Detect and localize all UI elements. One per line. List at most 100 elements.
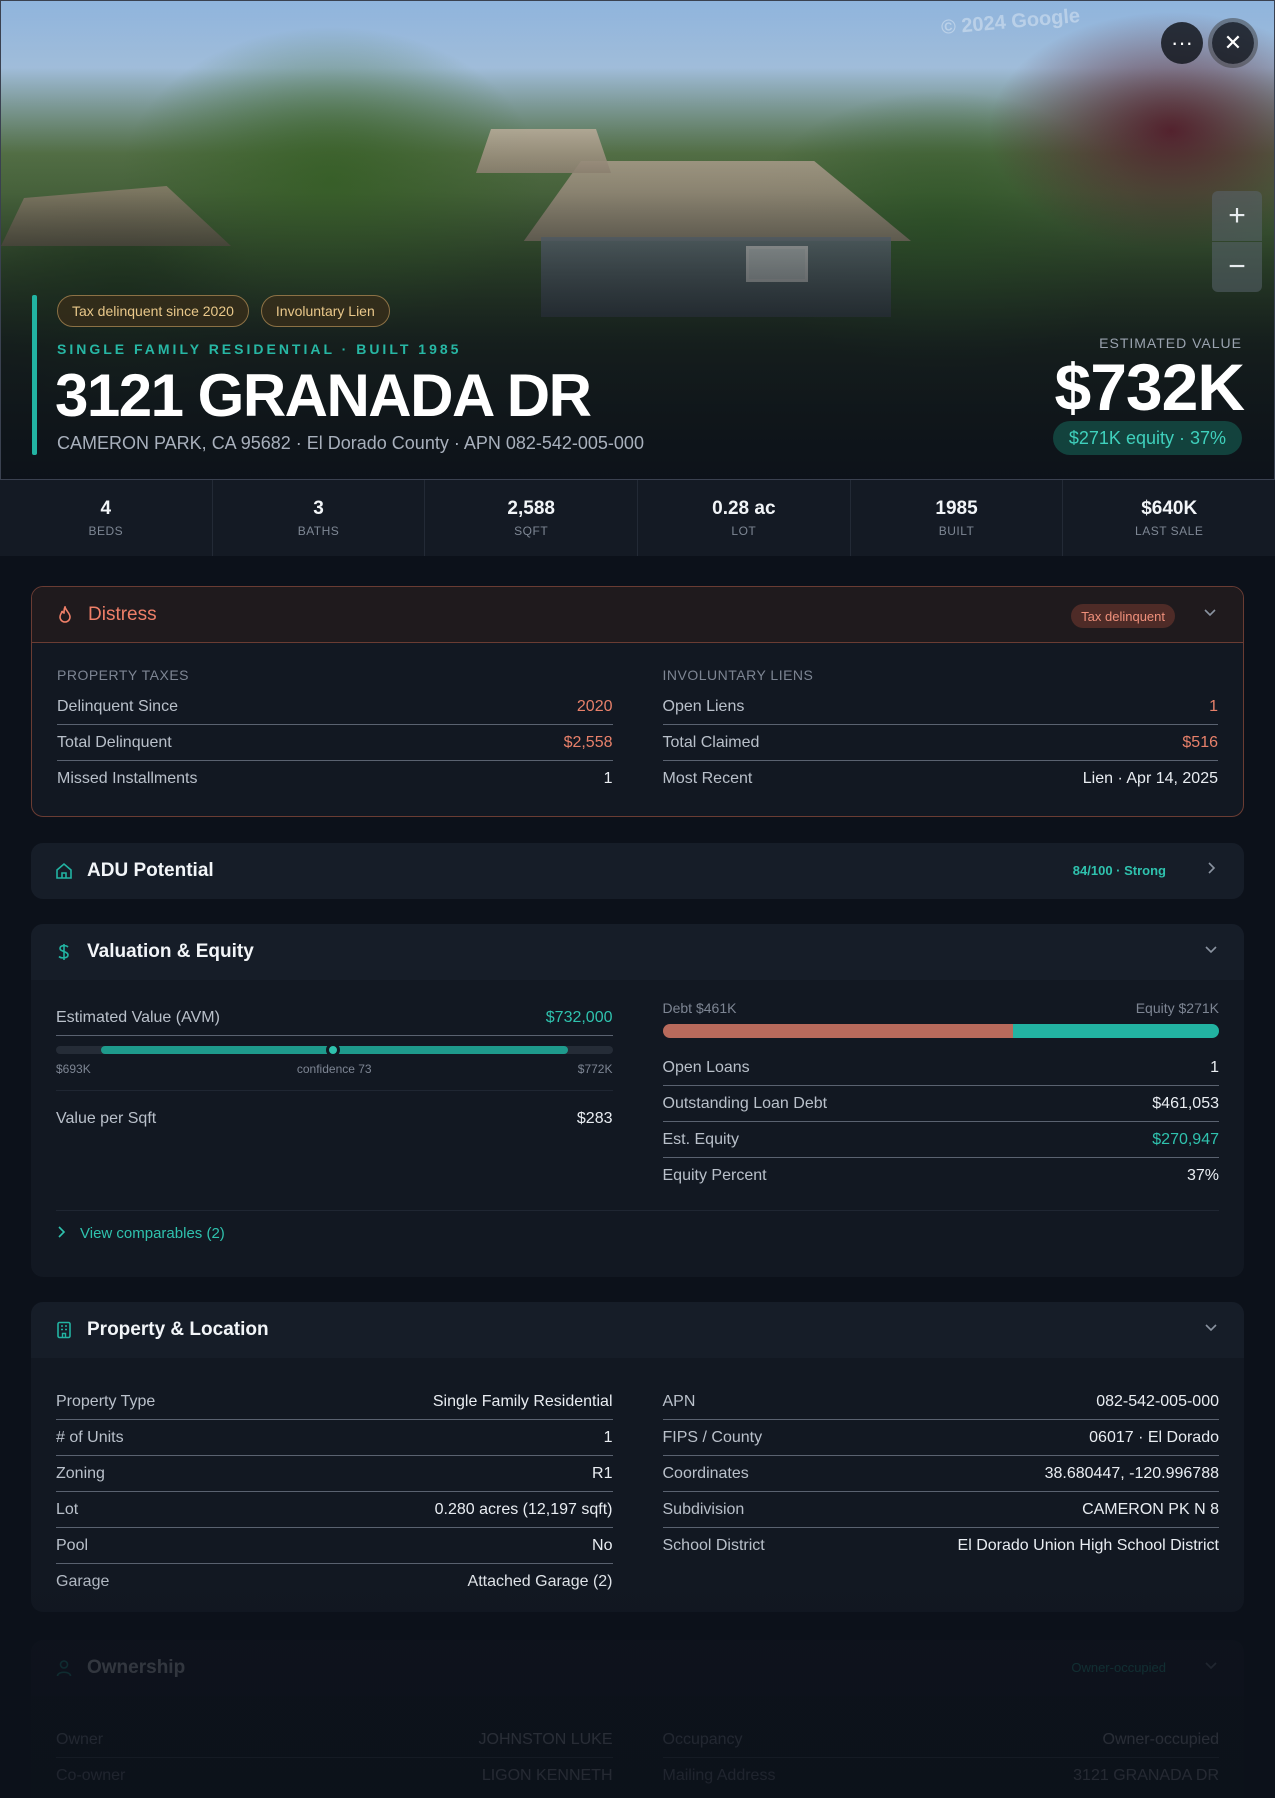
stats-bar: 4 BEDS 3 BATHS 2,588 SQFT 0.28 ac LOT 1985 BU… — [0, 480, 1275, 556]
view-comparables-label: View comparables (2) — [80, 1225, 225, 1242]
building-icon — [55, 1321, 73, 1339]
person-icon — [55, 1659, 73, 1677]
stat-beds: 4 BEDS — [0, 480, 213, 556]
row-label: Open Liens — [662, 697, 745, 715]
view-comparables-link[interactable]: View comparables (2) — [56, 1210, 1219, 1242]
row-value: Attached Garage (2) — [467, 1573, 613, 1590]
row-value: 37% — [1186, 1167, 1219, 1184]
table-row: Missed Installments 1 — [57, 761, 613, 797]
table-row: Coordinates 38.680447, -120.996788 — [662, 1456, 1219, 1492]
property-location-card: Property & Location Property Type Single … — [31, 1302, 1244, 1612]
row-label: Mailing Address — [662, 1767, 776, 1784]
table-row: Co-owner LIGON KENNETH — [56, 1758, 613, 1794]
adu-score: 84/100 · Strong — [1072, 863, 1166, 878]
stat-value: 2,588 — [507, 498, 555, 519]
row-value: 3121 GRANADA DR — [1073, 1767, 1219, 1784]
property-taxes-column: PROPERTY TAXES Delinquent Since 2020 Tota… — [57, 663, 613, 797]
table-row: School District El Dorado Union High Scho… — [663, 1528, 1220, 1564]
avm-confidence-bar — [56, 1043, 613, 1057]
row-label: Delinquent Since — [57, 697, 178, 715]
row-value: $270,947 — [1152, 1130, 1219, 1148]
avm-confidence: confidence 73 — [296, 1062, 372, 1076]
row-label: Total Delinquent — [57, 733, 172, 751]
row-value: 06017 · El Dorado — [1089, 1428, 1219, 1446]
close-icon: ✕ — [1223, 30, 1243, 55]
row-value: CAMERON PK N 8 — [1082, 1500, 1219, 1518]
property-right-column: APN 082-542-005-000 FIPS / County 06017 · … — [662, 1384, 1220, 1600]
row-label: # of Units — [56, 1428, 124, 1446]
table-row: Mailing Address 3121 GRANADA DR — [663, 1758, 1220, 1794]
property-taxes-label: PROPERTY TAXES — [57, 667, 190, 683]
row-label: Most Recent — [662, 770, 753, 787]
property-header[interactable]: Property & Location — [31, 1302, 1244, 1358]
property-subtitle: SINGLE FAMILY RESIDENTIAL · BUILT 1985 — [57, 341, 462, 357]
ownership-left-column: Owner JOHNSTON LUKE Co-owner LIGON KENNETH — [56, 1722, 613, 1794]
chevron-down-icon[interactable] — [1204, 942, 1218, 956]
chevron-down-icon[interactable] — [1203, 605, 1217, 619]
row-value: 0.280 acres (12,197 sqft) — [434, 1500, 613, 1518]
row-value: Lien · Apr 14, 2025 — [1082, 770, 1218, 787]
ownership-body: Owner JOHNSTON LUKE Co-owner LIGON KENNETH… — [31, 1696, 1244, 1794]
distress-header[interactable]: Distress Tax delinquent — [32, 587, 1243, 643]
stat-label: LOT — [731, 524, 757, 538]
row-value: R1 — [592, 1464, 613, 1482]
row-value: LIGON KENNETH — [481, 1767, 613, 1784]
stat-lot: 0.28 ac LOT — [638, 480, 851, 556]
adu-title: ADU Potential — [87, 860, 214, 881]
table-row: Subdivision CAMERON PK N 8 — [662, 1492, 1219, 1528]
status-badges: Tax delinquent since 2020 Involuntary Li… — [57, 295, 390, 327]
adu-header[interactable]: ADU Potential 84/100 · Strong — [31, 843, 1244, 899]
row-label: Co-owner — [56, 1767, 126, 1784]
avm-value-marker — [326, 1043, 340, 1057]
avm-value: $732,000 — [545, 1008, 613, 1026]
row-label: Value per Sqft — [56, 1109, 157, 1127]
chevron-down-icon[interactable] — [1204, 1320, 1218, 1334]
row-value: JOHNSTON LUKE — [478, 1730, 613, 1748]
ownership-header[interactable]: Ownership Owner-occupied — [31, 1640, 1244, 1696]
equity-label: Equity $271K — [1135, 1000, 1219, 1016]
ownership-tag: Owner-occupied — [1071, 1660, 1166, 1675]
valuation-body: Estimated Value (AVM) $732,000 $693K conf… — [31, 980, 1244, 1194]
row-value: El Dorado Union High School District — [957, 1537, 1219, 1554]
property-left-column: Property Type Single Family Residential #… — [56, 1384, 613, 1600]
table-row: Delinquent Since 2020 — [57, 689, 613, 725]
debt-label: Debt $461K — [662, 1000, 737, 1016]
stat-value: 3 — [313, 498, 324, 519]
row-value: Single Family Residential — [432, 1392, 613, 1410]
row-value: 38.680447, -120.996788 — [1044, 1464, 1219, 1482]
chevron-right-icon[interactable] — [1204, 861, 1218, 875]
row-label: Total Claimed — [662, 733, 760, 751]
property-address: 3121 GRANADA DR — [55, 362, 592, 429]
table-row: # of Units 1 — [56, 1420, 613, 1456]
row-value: 1 — [603, 1428, 613, 1446]
stat-label: BATHS — [297, 524, 340, 538]
equity-segment — [1013, 1024, 1219, 1038]
row-label: Equity Percent — [662, 1167, 767, 1184]
involuntary-liens-column: INVOLUNTARY LIENS Open Liens 1 Total Clai… — [662, 663, 1218, 797]
avm-column: Estimated Value (AVM) $732,000 $693K conf… — [56, 1000, 613, 1194]
row-label: Estimated Value (AVM) — [56, 1008, 220, 1026]
home-icon — [55, 862, 73, 880]
table-row: Open Loans 1 — [662, 1050, 1219, 1086]
valuation-header[interactable]: Valuation & Equity — [31, 924, 1244, 980]
adu-potential-card[interactable]: ADU Potential 84/100 · Strong — [31, 843, 1244, 899]
row-label: Pool — [56, 1536, 89, 1554]
plus-icon: + — [1228, 199, 1246, 232]
row-label: Garage — [56, 1573, 110, 1590]
table-row: Total Delinquent $2,558 — [57, 725, 613, 761]
close-button[interactable]: ✕ — [1212, 22, 1254, 64]
debt-equity-bar — [662, 1024, 1220, 1038]
row-value: Owner-occupied — [1102, 1730, 1220, 1748]
stat-label: BUILT — [938, 524, 975, 538]
table-row: Est. Equity $270,947 — [662, 1122, 1219, 1158]
valuation-title: Valuation & Equity — [87, 941, 254, 962]
row-label: Open Loans — [662, 1058, 750, 1076]
row-value: 082-542-005-000 — [1096, 1392, 1219, 1410]
zoom-out-button[interactable]: − — [1212, 242, 1262, 292]
table-row: Estimated Value (AVM) $732,000 — [56, 1000, 613, 1036]
stat-label: LAST SALE — [1135, 524, 1204, 538]
zoom-in-button[interactable]: + — [1212, 191, 1262, 241]
more-options-button[interactable]: ··· — [1161, 22, 1203, 64]
stat-sqft: 2,588 SQFT — [425, 480, 639, 556]
chevron-down-icon[interactable] — [1204, 1658, 1218, 1672]
